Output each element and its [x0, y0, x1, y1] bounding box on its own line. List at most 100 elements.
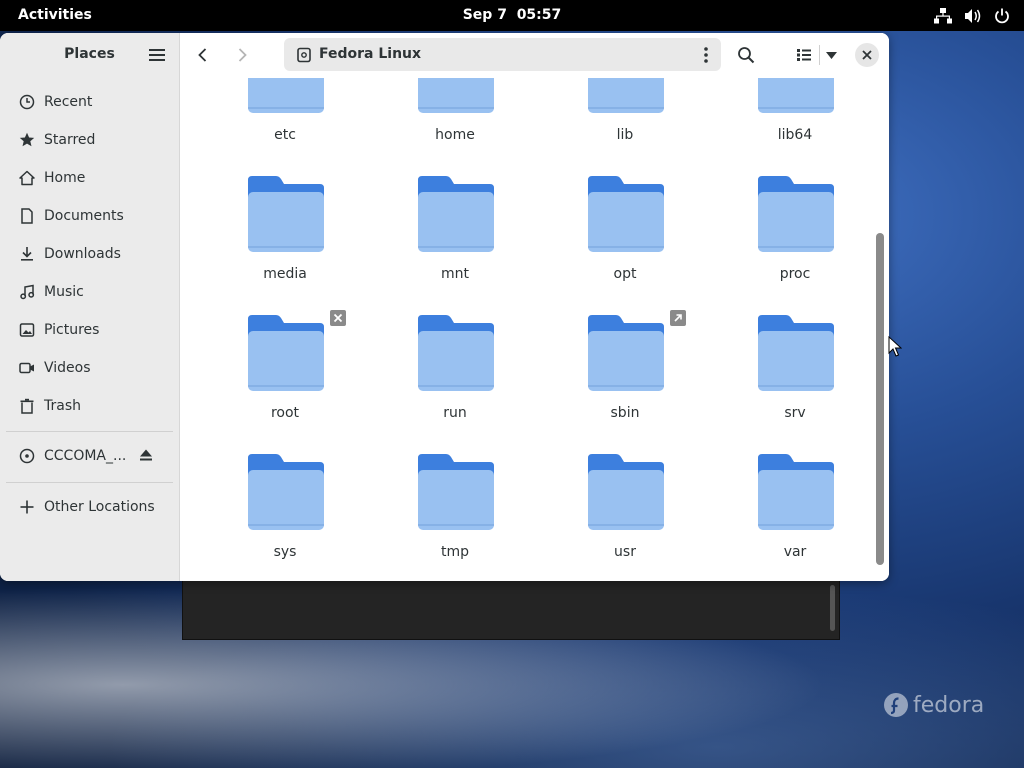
clock-time[interactable]: 05:57 — [517, 7, 562, 23]
folder-icon — [248, 78, 324, 113]
sidebar-item-videos[interactable]: Videos — [6, 351, 173, 385]
sidebar-separator — [6, 482, 173, 483]
list-view-icon[interactable] — [796, 47, 812, 63]
main-pane: Fedora Linux etc home lib lib64 media mnt opt p… — [180, 33, 889, 581]
network-icon[interactable] — [934, 7, 952, 24]
top-bar: Activities Sep 7 05:57 — [0, 0, 1024, 31]
chevron-down-icon[interactable] — [825, 49, 838, 61]
folder-item[interactable]: lib64 — [720, 78, 870, 163]
fedora-wordmark: fedora — [913, 692, 985, 718]
folder-name: tmp — [440, 544, 469, 560]
drive-icon — [297, 47, 311, 63]
folder-name: var — [783, 544, 807, 560]
folder-item[interactable]: usr — [550, 450, 700, 580]
sidebar-item-music[interactable]: Music — [6, 275, 173, 309]
folder-item[interactable]: media — [210, 172, 360, 302]
folder-icon — [758, 454, 834, 530]
power-icon[interactable] — [994, 8, 1010, 24]
folder-item[interactable]: tmp — [380, 450, 530, 580]
folder-name: home — [435, 127, 475, 143]
folder-item[interactable]: sys — [210, 450, 360, 580]
more-options-icon[interactable] — [701, 46, 711, 64]
chevron-left-icon — [198, 48, 207, 62]
sidebar-item-trash[interactable]: Trash — [6, 389, 173, 423]
folder-item[interactable]: opt — [550, 172, 700, 302]
scrollbar-thumb[interactable] — [876, 233, 884, 565]
folder-name: sbin — [610, 405, 640, 421]
search-icon — [738, 47, 755, 64]
folder-name: lib — [616, 127, 634, 143]
folder-name: run — [443, 405, 467, 421]
fedora-logo: fedora — [883, 690, 984, 720]
files-window: Places Recent Starred Home Documents Dow… — [0, 33, 889, 581]
sidebar-item-label: Starred — [44, 132, 96, 148]
folder-item[interactable]: etc — [210, 78, 360, 163]
sidebar-item-label: CCCOMA_... — [44, 448, 127, 464]
location-bar[interactable]: Fedora Linux — [284, 38, 721, 71]
back-button[interactable] — [188, 41, 218, 69]
sidebar-item-label: Documents — [44, 208, 124, 224]
folder-name: lib64 — [777, 127, 813, 143]
sidebar-item-recent[interactable]: Recent — [6, 85, 173, 119]
search-button[interactable] — [731, 41, 761, 69]
folder-item[interactable]: run — [380, 311, 530, 441]
folder-item[interactable]: root — [210, 310, 360, 441]
music-icon — [18, 283, 36, 301]
folder-name: proc — [779, 266, 811, 282]
view-toggle-group[interactable] — [786, 41, 844, 69]
sidebar-item-label: Other Locations — [44, 499, 155, 515]
folder-icon — [588, 454, 664, 530]
folder-name: media — [263, 266, 307, 282]
folder-item[interactable]: sbin — [550, 310, 700, 441]
activities-button[interactable]: Activities — [18, 0, 92, 31]
plus-icon — [18, 498, 36, 516]
location-path[interactable]: Fedora Linux — [319, 46, 421, 62]
folder-icon — [588, 176, 664, 252]
sidebar-item-downloads[interactable]: Downloads — [6, 237, 173, 271]
close-button[interactable] — [855, 43, 879, 67]
system-tray[interactable] — [934, 0, 1010, 31]
folder-name: root — [270, 405, 300, 421]
folder-item[interactable]: proc — [720, 172, 870, 302]
trash-icon — [18, 397, 36, 415]
folder-icon — [248, 454, 324, 530]
sidebar-item-pictures[interactable]: Pictures — [6, 313, 173, 347]
sidebar-separator — [6, 431, 173, 432]
clock-icon — [18, 93, 36, 111]
background-window-scrollbar[interactable] — [830, 585, 835, 631]
eject-icon[interactable] — [138, 447, 154, 463]
close-icon — [862, 50, 872, 60]
sidebar-item-other-locations[interactable]: Other Locations — [6, 490, 173, 524]
hamburger-menu-icon[interactable] — [148, 47, 166, 63]
sidebar: Places Recent Starred Home Documents Dow… — [0, 33, 180, 581]
folder-icon — [418, 78, 494, 113]
volume-icon[interactable] — [964, 8, 982, 24]
folder-item[interactable]: mnt — [380, 172, 530, 302]
folder-icon — [418, 315, 494, 391]
folder-icon — [248, 176, 324, 252]
folder-icon — [588, 78, 664, 113]
sidebar-item-starred[interactable]: Starred — [6, 123, 173, 157]
folder-icon — [418, 176, 494, 252]
folder-icon — [248, 315, 324, 391]
symlink-emblem-icon — [670, 310, 686, 326]
folder-item[interactable]: lib — [550, 78, 700, 163]
folder-name: srv — [784, 405, 806, 421]
folder-icon — [758, 315, 834, 391]
forward-button[interactable] — [227, 41, 257, 69]
sidebar-item-home[interactable]: Home — [6, 161, 173, 195]
background-window[interactable] — [182, 578, 840, 640]
sidebar-header: Places — [0, 33, 179, 77]
sidebar-item-documents[interactable]: Documents — [6, 199, 173, 233]
folder-item[interactable]: srv — [720, 311, 870, 441]
folder-name: mnt — [441, 266, 469, 282]
clock-date[interactable]: Sep 7 — [463, 7, 507, 23]
sidebar-item-label: Recent — [44, 94, 93, 110]
folder-item[interactable]: home — [380, 78, 530, 163]
sidebar-item-label: Music — [44, 284, 84, 300]
folder-item[interactable]: var — [720, 450, 870, 580]
document-icon — [18, 207, 36, 225]
vertical-scrollbar[interactable] — [876, 83, 884, 571]
star-icon — [18, 131, 36, 149]
folder-icon — [418, 454, 494, 530]
